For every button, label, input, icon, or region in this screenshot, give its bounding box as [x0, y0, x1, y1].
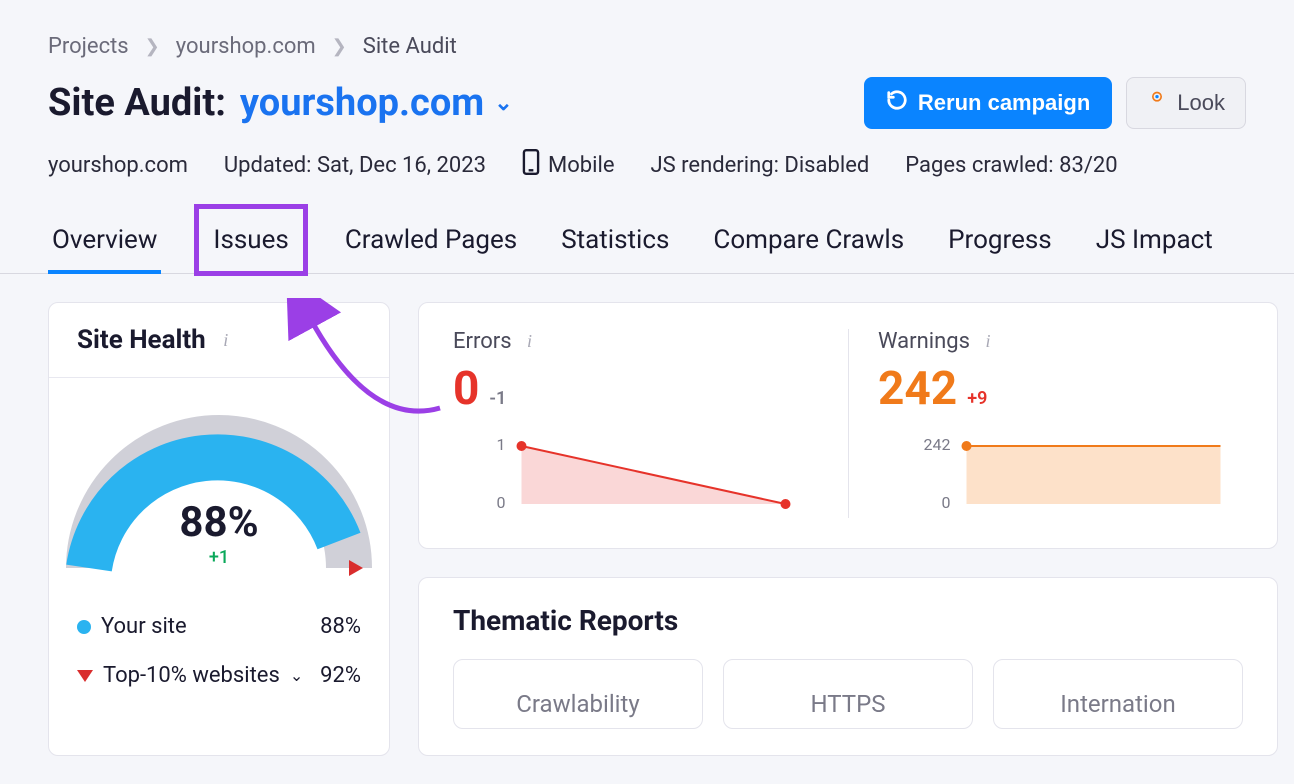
- thematic-https[interactable]: HTTPS: [723, 659, 973, 729]
- meta-updated: Updated: Sat, Dec 16, 2023: [224, 153, 486, 178]
- gauge-percent: 88%: [179, 498, 258, 547]
- warnings-title: Warnings: [878, 329, 970, 354]
- legend-your-site: Your site 88%: [77, 602, 361, 651]
- tab-overview[interactable]: Overview: [48, 207, 161, 273]
- warnings-sparkline: 242 0: [878, 434, 1243, 514]
- page-title: Site Audit:: [48, 81, 226, 125]
- breadcrumb: Projects ❯ yourshop.com ❯ Site Audit: [0, 0, 1294, 69]
- refresh-icon: [886, 89, 908, 117]
- content-area: Site Health i 88% +1 Your site: [0, 274, 1294, 784]
- errors-title: Errors: [453, 329, 512, 354]
- errors-sparkline: 1 0: [453, 434, 818, 514]
- tab-issues[interactable]: Issues: [197, 207, 304, 273]
- gauge-delta: +1: [179, 547, 258, 568]
- warnings-block[interactable]: Warnings i 242 +9 242 0: [878, 329, 1243, 518]
- legend-top10[interactable]: Top-10% websites ⌄ 92%: [77, 651, 361, 700]
- chevron-right-icon: ❯: [332, 36, 347, 57]
- svg-text:242: 242: [924, 435, 951, 454]
- rerun-label: Rerun campaign: [918, 90, 1090, 116]
- thematic-crawlability[interactable]: Crawlability: [453, 659, 703, 729]
- legend-top10-label: Top-10% websites: [103, 663, 280, 688]
- chevron-right-icon: ❯: [145, 36, 160, 57]
- breadcrumb-current: Site Audit: [363, 34, 457, 59]
- tabs: Overview Issues Crawled Pages Statistics…: [0, 207, 1294, 274]
- rerun-campaign-button[interactable]: Rerun campaign: [864, 77, 1112, 129]
- triangle-down-icon: [77, 670, 93, 682]
- legend-your-site-label: Your site: [101, 614, 187, 639]
- look-button[interactable]: Look: [1126, 77, 1246, 129]
- tab-crawled-pages[interactable]: Crawled Pages: [341, 207, 521, 273]
- svg-text:0: 0: [497, 493, 506, 512]
- legend-top10-val: 92%: [320, 663, 361, 688]
- thematic-internationalization[interactable]: Internation: [993, 659, 1243, 729]
- issues-summary-card: Errors i 0 -1 1 0 Warnings: [418, 302, 1278, 549]
- errors-block[interactable]: Errors i 0 -1 1 0: [453, 329, 818, 518]
- site-health-title: Site Health: [77, 325, 206, 355]
- page-header: Site Audit: yourshop.com ⌄ Rerun campaig…: [0, 69, 1294, 129]
- warnings-delta: +9: [967, 388, 987, 409]
- chevron-down-icon: ⌄: [290, 666, 303, 685]
- info-icon[interactable]: i: [216, 330, 236, 350]
- breadcrumb-projects[interactable]: Projects: [48, 34, 129, 59]
- tab-statistics[interactable]: Statistics: [557, 207, 673, 273]
- svg-text:0: 0: [942, 493, 951, 512]
- domain-dropdown[interactable]: yourshop.com ⌄: [240, 81, 513, 125]
- thematic-reports-card: Thematic Reports Crawlability HTTPS Inte…: [418, 577, 1278, 756]
- errors-value: 0: [453, 362, 479, 416]
- mobile-icon: [522, 149, 540, 181]
- info-icon[interactable]: i: [520, 332, 540, 352]
- meta-device: Mobile: [522, 149, 614, 181]
- site-health-gauge: 88% +1: [49, 378, 389, 588]
- site-health-card: Site Health i 88% +1 Your site: [48, 302, 390, 756]
- tab-progress[interactable]: Progress: [944, 207, 1056, 273]
- info-icon[interactable]: i: [978, 332, 998, 352]
- meta-row: yourshop.com Updated: Sat, Dec 16, 2023 …: [0, 129, 1294, 207]
- look-label: Look: [1177, 90, 1225, 116]
- meta-domain: yourshop.com: [48, 153, 188, 178]
- svg-text:1: 1: [497, 435, 506, 454]
- warnings-value: 242: [878, 362, 957, 416]
- domain-dropdown-label: yourshop.com: [240, 81, 484, 125]
- breadcrumb-domain[interactable]: yourshop.com: [176, 34, 316, 59]
- chevron-down-icon: ⌄: [494, 91, 512, 116]
- errors-delta: -1: [489, 388, 506, 409]
- tab-js-impact[interactable]: JS Impact: [1092, 207, 1217, 273]
- meta-js: JS rendering: Disabled: [651, 153, 870, 178]
- look-icon: [1147, 90, 1167, 116]
- dot-icon: [77, 620, 91, 634]
- meta-pages: Pages crawled: 83/20: [905, 153, 1117, 178]
- tab-compare-crawls[interactable]: Compare Crawls: [709, 207, 908, 273]
- legend-your-site-val: 88%: [320, 614, 361, 639]
- meta-device-label: Mobile: [548, 153, 614, 178]
- thematic-title: Thematic Reports: [453, 604, 1243, 637]
